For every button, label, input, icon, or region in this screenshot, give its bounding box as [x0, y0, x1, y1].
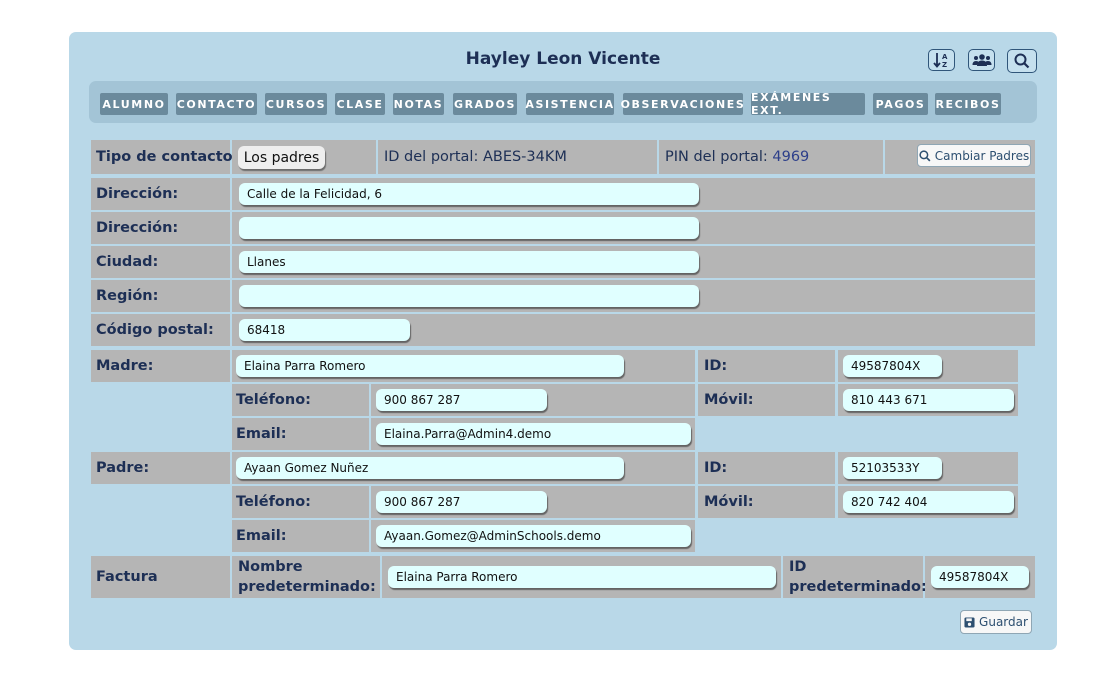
nombre-pred-label-line2: predeterminado: — [238, 579, 376, 595]
tab-examenes-ext[interactable]: EXÁMENES EXT. — [751, 91, 865, 117]
tab-asistencia[interactable]: ASISTENCIA — [525, 93, 614, 115]
svg-text:Z: Z — [942, 61, 947, 68]
tab-alumno[interactable]: ALUMNO — [100, 93, 168, 115]
padre-movil-label: Móvil: — [704, 494, 754, 510]
padre-label: Padre: — [96, 460, 150, 476]
direccion1-input[interactable] — [239, 183, 699, 205]
group-button[interactable] — [968, 49, 995, 71]
pin-text: PIN del portal: 4969 — [665, 140, 809, 174]
floppy-disk-icon — [964, 616, 975, 628]
madre-id-input[interactable] — [843, 355, 942, 377]
madre-movil-label: Móvil: — [704, 392, 754, 408]
cp-input[interactable] — [239, 319, 410, 341]
tab-grados[interactable]: GRADOS — [453, 93, 517, 115]
search-icon — [919, 149, 931, 161]
tab-pagos[interactable]: PAGOS — [873, 93, 928, 115]
tab-bar: ALUMNO CONTACTO CURSOS CLASE NOTAS GRADO… — [89, 81, 1037, 123]
tab-cursos[interactable]: CURSOS — [265, 93, 327, 115]
change-parents-label: Cambiar Padres — [934, 148, 1030, 163]
madre-id-label: ID: — [704, 358, 728, 374]
save-button[interactable]: Guardar — [960, 610, 1032, 634]
id-pred-label-line1: ID — [789, 559, 807, 575]
factura-label: Factura — [96, 569, 158, 585]
id-pred-label-line2: predeterminado: — [789, 579, 927, 595]
direccion1-label: Dirección: — [96, 186, 179, 202]
id-pred-input[interactable] — [931, 566, 1029, 588]
tipo-contacto-select[interactable]: Los padres — [238, 146, 325, 169]
madre-email-input[interactable] — [376, 423, 691, 445]
direccion2-input[interactable] — [239, 217, 699, 239]
svg-text:A: A — [942, 53, 948, 61]
tab-recibos[interactable]: RECIBOS — [935, 93, 1001, 115]
cp-label: Código postal: — [96, 322, 214, 338]
search-icon — [1014, 53, 1030, 69]
id-pred-label: ID predeterminado: — [789, 557, 927, 597]
ciudad-label: Ciudad: — [96, 254, 159, 270]
direccion2-label: Dirección: — [96, 220, 179, 236]
users-icon — [972, 54, 991, 66]
change-parents-button[interactable]: Cambiar Padres — [917, 144, 1031, 167]
pin-value: 4969 — [772, 149, 810, 165]
region-input[interactable] — [239, 285, 699, 307]
region-label: Región: — [96, 288, 159, 304]
padre-tel-input[interactable] — [376, 491, 547, 513]
madre-name-input[interactable] — [236, 355, 624, 377]
tipo-contacto-label: Tipo de contacto: — [96, 149, 239, 165]
padre-name-input[interactable] — [236, 457, 624, 479]
madre-label: Madre: — [96, 358, 154, 374]
tab-notas[interactable]: NOTAS — [393, 93, 444, 115]
padre-tel-label: Teléfono: — [236, 494, 311, 510]
padre-movil-input[interactable] — [843, 491, 1014, 513]
madre-tel-input[interactable] — [376, 389, 547, 411]
portal-id-label: ID del portal: — [384, 149, 479, 165]
ciudad-input[interactable] — [239, 251, 699, 273]
search-button[interactable] — [1007, 49, 1037, 73]
nombre-pred-input[interactable] — [388, 566, 776, 588]
madre-tel-label: Teléfono: — [236, 392, 311, 408]
padre-id-input[interactable] — [843, 457, 942, 479]
madre-email-label: Email: — [236, 426, 287, 442]
padre-id-label: ID: — [704, 460, 728, 476]
portal-id-text: ID del portal: ABES-34KM — [384, 140, 567, 174]
padre-email-label: Email: — [236, 528, 287, 544]
tab-observaciones[interactable]: OBSERVACIONES — [621, 93, 744, 115]
tab-clase[interactable]: CLASE — [335, 93, 385, 115]
sort-button[interactable]: A Z — [928, 49, 955, 71]
sort-alpha-icon: A Z — [932, 53, 948, 68]
nombre-pred-label-line1: Nombre — [238, 559, 303, 575]
tab-contacto[interactable]: CONTACTO — [176, 93, 257, 115]
nombre-pred-label: Nombre predeterminado: — [238, 557, 376, 597]
save-label: Guardar — [979, 615, 1028, 629]
pin-label: PIN del portal: — [665, 149, 768, 165]
padre-email-input[interactable] — [376, 525, 691, 547]
madre-movil-input[interactable] — [843, 389, 1014, 411]
portal-id-value: ABES-34KM — [482, 149, 567, 165]
student-name-title: Hayley Leon Vicente — [465, 49, 661, 69]
